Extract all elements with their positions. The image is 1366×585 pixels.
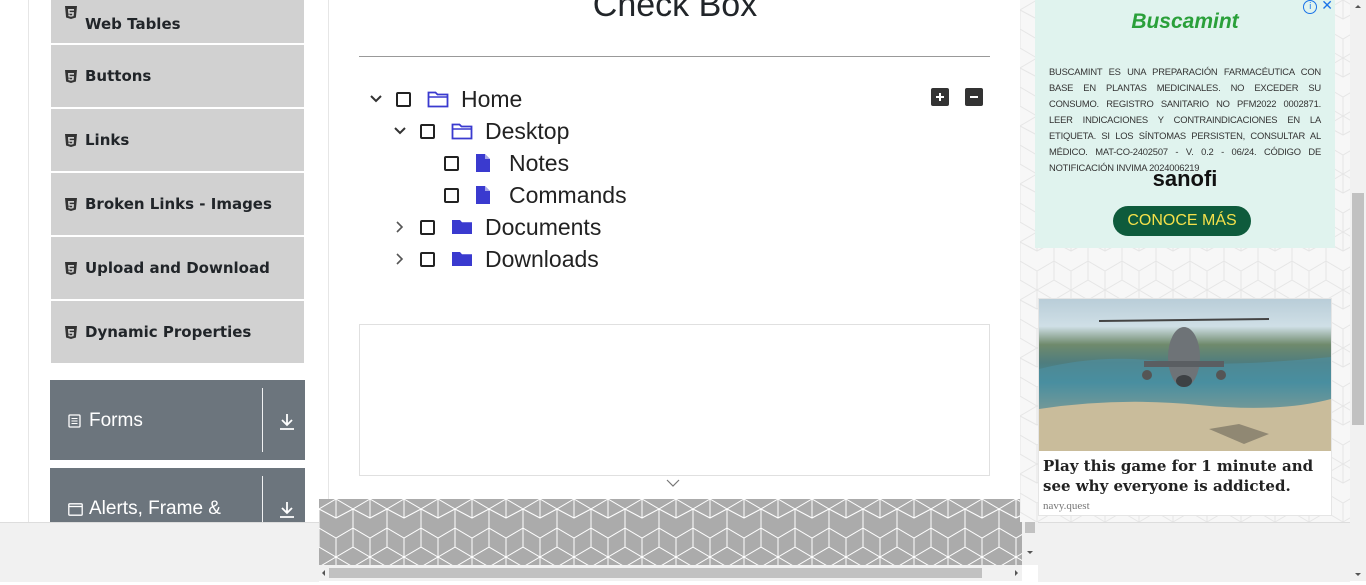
footer-strip — [1038, 522, 1350, 582]
tree-node-documents: Documents — [388, 212, 601, 242]
title-divider — [359, 56, 990, 57]
tree-checkbox[interactable] — [420, 251, 435, 267]
divider — [262, 388, 263, 452]
file-icon — [475, 153, 497, 173]
sidebar-item-web-tables[interactable]: Web Tables — [51, 0, 304, 43]
sidebar-item-broken-links[interactable]: Broken Links - Images — [51, 173, 304, 235]
folder-open-icon — [451, 121, 473, 141]
group-header: Alerts, Frame & — [68, 498, 221, 520]
window-icon — [68, 502, 83, 516]
chevron-right-icon[interactable] — [388, 215, 412, 239]
tree-node-label[interactable]: Downloads — [485, 246, 599, 273]
ad-cta-button[interactable]: CONOCE MÁS — [1113, 206, 1251, 236]
chevron-right-icon[interactable] — [388, 247, 412, 271]
sidebar-item-label: Broken Links - Images — [85, 195, 272, 213]
chevron-down-icon[interactable] — [388, 119, 412, 143]
tree-node-notes: Notes — [412, 148, 569, 178]
footer-strip — [0, 522, 319, 582]
html5-icon — [65, 133, 77, 147]
folder-icon — [451, 217, 473, 237]
collapse-all-button[interactable] — [965, 88, 983, 106]
sidebar-item-label: Dynamic Properties — [85, 323, 252, 341]
sidebar-item-upload-download[interactable]: Upload and Download — [51, 237, 304, 299]
plus-icon — [936, 93, 944, 101]
ad-game[interactable]: Play this game for 1 minute and see why … — [1038, 298, 1332, 516]
download-icon[interactable] — [279, 501, 295, 519]
tree-checkbox[interactable] — [444, 155, 459, 171]
ad-brand: Buscamint — [1131, 10, 1239, 33]
html5-icon — [65, 197, 77, 211]
result-box — [359, 324, 990, 476]
sidebar-item-buttons[interactable]: Buttons — [51, 45, 304, 107]
html5-icon — [65, 325, 77, 339]
tree-checkbox[interactable] — [396, 91, 411, 107]
horizontal-scroll-thumb[interactable] — [329, 568, 982, 578]
cube-pattern — [319, 499, 1022, 565]
tree-node-home: Home — [364, 84, 522, 114]
sidebar-border-left — [28, 0, 29, 522]
group-label: Forms — [89, 410, 143, 431]
html5-icon — [65, 69, 77, 83]
tree-node-label[interactable]: Desktop — [485, 118, 569, 145]
minus-icon — [970, 96, 978, 98]
ad-image — [1039, 299, 1331, 451]
sidebar-group-alerts[interactable]: Alerts, Frame & — [50, 468, 305, 528]
tree-node-label[interactable]: Home — [461, 86, 522, 113]
file-icon — [475, 185, 497, 205]
sidebar-item-label: Buttons — [85, 67, 152, 85]
sidebar-item-label: Web Tables — [85, 15, 181, 33]
html5-icon — [65, 5, 77, 19]
ad-banner[interactable] — [319, 499, 1022, 565]
helicopter-image — [1039, 318, 1331, 451]
tree-node-label[interactable]: Commands — [509, 182, 627, 209]
tree-node-downloads: Downloads — [388, 244, 599, 274]
folder-icon — [451, 249, 473, 269]
sidebar-item-label: Upload and Download — [85, 259, 270, 277]
html5-icon — [65, 261, 77, 275]
vertical-scroll-thumb[interactable] — [1352, 193, 1364, 425]
folder-open-icon — [427, 89, 449, 109]
sidebar-item-dynamic-properties[interactable]: Dynamic Properties — [51, 301, 304, 363]
expand-all-button[interactable] — [931, 88, 949, 106]
chevron-down-icon[interactable] — [364, 87, 388, 111]
ad-source: navy.quest — [1043, 500, 1090, 512]
divider — [262, 476, 263, 528]
ad-company-logo: sanofi — [1152, 166, 1218, 191]
ad-legal-text: BUSCAMINT ES UNA PREPARACIÓN FARMACÉUTIC… — [1049, 66, 1321, 173]
tree-checkbox[interactable] — [444, 187, 459, 203]
tree-node-label[interactable]: Documents — [485, 214, 601, 241]
page-title: Check Box — [592, 0, 758, 24]
download-icon[interactable] — [279, 413, 295, 431]
tree-node-label[interactable]: Notes — [509, 150, 569, 177]
tree-checkbox[interactable] — [420, 123, 435, 139]
ad-headline[interactable]: Play this game for 1 minute and see why … — [1043, 456, 1329, 496]
ad-buscamint[interactable]: i ✕ Buscamint BUSCAMINT ES UNA PREPARACI… — [1035, 0, 1335, 248]
form-icon — [68, 414, 81, 428]
group-header: Forms — [68, 410, 143, 432]
chevron-down-icon[interactable] — [666, 479, 680, 488]
tree-node-commands: Commands — [412, 180, 627, 210]
group-label: Alerts, Frame & — [89, 498, 221, 519]
sidebar-group-forms[interactable]: Forms — [50, 380, 305, 460]
sidebar-item-label: Links — [85, 131, 130, 149]
tree-node-desktop: Desktop — [388, 116, 569, 146]
sidebar-item-links[interactable]: Links — [51, 109, 304, 171]
sidebar-border-right — [328, 0, 329, 522]
tree-checkbox[interactable] — [420, 219, 435, 235]
